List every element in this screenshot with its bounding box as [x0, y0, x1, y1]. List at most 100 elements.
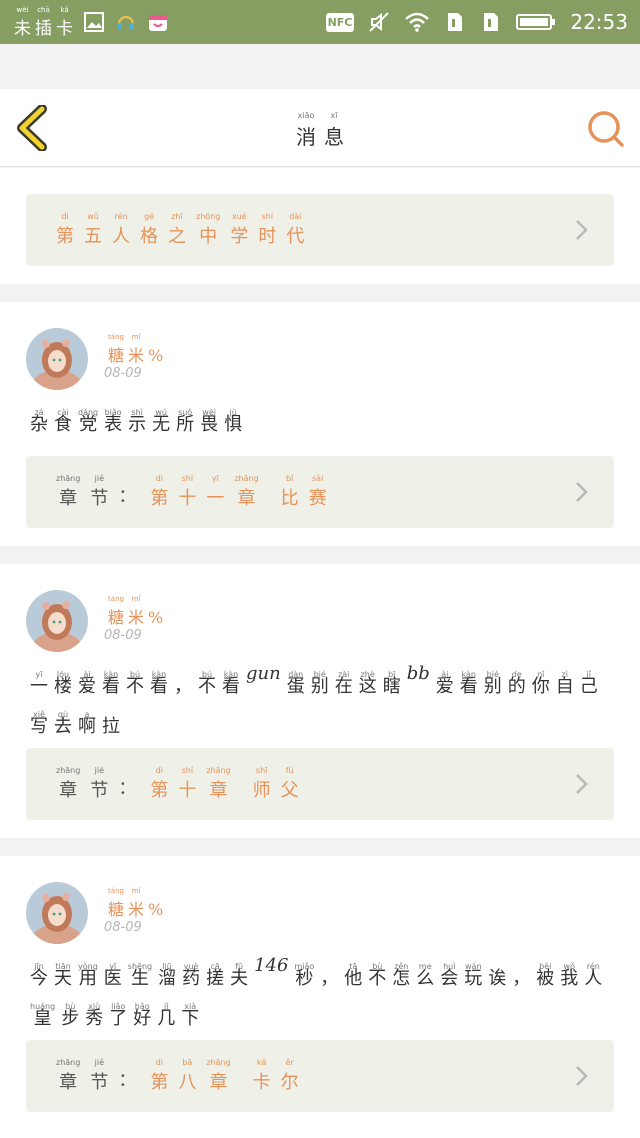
- chapter-title-char: shí 十: [178, 474, 196, 510]
- pinyin: rén: [114, 212, 128, 221]
- hanzi: 夫: [230, 968, 249, 989]
- body-char: bú 不: [198, 670, 216, 697]
- hanzi: 消: [296, 125, 316, 149]
- username[interactable]: táng 糖 mǐ 米%: [108, 332, 163, 366]
- avatar[interactable]: [26, 590, 88, 652]
- carrier-label: wèi 未 chā 插 kǎ 卡: [14, 6, 73, 39]
- username-char: táng 糖: [108, 886, 124, 920]
- search-icon[interactable]: [586, 109, 626, 149]
- hanzi: 示: [128, 414, 147, 435]
- pinyin: shī: [255, 766, 268, 775]
- chapter-title-char: shī 师: [253, 766, 271, 802]
- body-char: kàn 看: [222, 670, 240, 696]
- nfc-icon: NFC: [325, 12, 355, 32]
- post-date: 08-09: [104, 366, 142, 381]
- hanzi: 无: [152, 414, 171, 435]
- hanzi: 不: [198, 676, 216, 697]
- hanzi: 米: [128, 900, 145, 919]
- hanzi: 人: [584, 968, 603, 989]
- body-char: zì 自: [555, 670, 574, 697]
- hanzi: 惧: [224, 414, 243, 435]
- top-bar: xiāo 消 xī 息: [0, 89, 640, 167]
- pinyin: zhāng: [56, 1058, 81, 1067]
- hanzi: 今: [30, 968, 48, 989]
- hanzi: 章: [209, 780, 228, 801]
- message-list[interactable]: dì 第 wǔ 五 rén 人 gé 格 zhī 之 zhōng 中 xué 学 shí 时 dài 代 táng…: [0, 168, 640, 1138]
- chapter-title-char: ěr 尔: [281, 1058, 299, 1094]
- body-char: miǎo 秒: [294, 962, 314, 988]
- chapter-label-char: zhāng 章: [56, 1058, 80, 1094]
- body-char: dǎng 党: [78, 408, 98, 435]
- chapter-title-char: wǔ 五: [84, 212, 102, 248]
- battery-icon: [516, 14, 556, 30]
- pinyin: dài: [289, 212, 302, 221]
- body-char: lóu 楼: [54, 670, 72, 696]
- pinyin: zhāng: [206, 1058, 231, 1067]
- hanzi: 十: [178, 780, 197, 801]
- avatar-image: [26, 882, 88, 944]
- body-char: de 的: [508, 670, 526, 696]
- body-char: bié 别: [484, 670, 502, 696]
- body-char: fū 夫: [230, 962, 249, 989]
- message-body: zá 杂 cài 食 dǎng 党 biǎo 表 shì 示 wú 无 suǒ 所 wèi 畏 jù 惧: [30, 392, 610, 435]
- avatar[interactable]: [26, 882, 88, 944]
- username[interactable]: táng 糖 mǐ 米%: [108, 594, 163, 628]
- chapter-title-char: sài 赛: [309, 474, 327, 510]
- body-char: zhè 这: [359, 670, 377, 696]
- chapter-link[interactable]: zhāng 章 jié 节 ： dì 第 shí 十 yī 一 zhāng 章 bǐ 比 sài 赛: [26, 456, 614, 528]
- hanzi: ，: [174, 676, 192, 697]
- hanzi: 下: [181, 1008, 200, 1029]
- username[interactable]: táng 糖 mǐ 米%: [108, 886, 163, 920]
- username-char: táng 糖: [108, 594, 124, 628]
- body-char: dàn 蛋: [286, 670, 305, 697]
- hanzi: 自: [555, 676, 574, 697]
- pinyin: dì: [155, 1058, 163, 1067]
- hanzi: 么: [416, 968, 435, 989]
- mute-icon: [369, 12, 390, 32]
- wifi-icon: [405, 12, 430, 32]
- hanzi: 党: [79, 414, 98, 435]
- body-char: me 么: [416, 962, 435, 989]
- hanzi: 代: [286, 226, 305, 247]
- title-char: xī 息: [324, 111, 344, 150]
- hanzi: 章: [209, 1072, 228, 1093]
- body-char: xiù 秀: [85, 1002, 103, 1028]
- pinyin: kǎ: [60, 5, 69, 14]
- body-char: jīn 今: [30, 962, 48, 989]
- chapter-link[interactable]: zhāng 章 jié 节 ： dì 第 bā 八 zhāng 章 kǎ 卡 ěr 尔: [26, 1040, 614, 1112]
- hanzi: 蛋: [286, 676, 305, 697]
- message-body: yī 一 lóu 楼 ài 爱 kàn 看 bú 不 kàn 看 ， bú 不 kàn 看 gun dàn 蛋 bié…: [30, 654, 610, 737]
- body-char: ，: [174, 670, 192, 697]
- body-char: bié 别: [311, 670, 329, 696]
- chapter-link[interactable]: dì 第 wǔ 五 rén 人 gé 格 zhī 之 zhōng 中 xué 学 shí 时 dài 代: [26, 194, 614, 266]
- username-char: mǐ 米: [128, 594, 144, 628]
- username-char: mǐ 米: [128, 332, 144, 366]
- chapter-title-char: shí 十: [178, 766, 196, 802]
- latin-text: gun: [246, 663, 281, 684]
- hanzi: 米: [128, 346, 145, 365]
- body-char: huì 会: [440, 962, 458, 988]
- hanzi: 赛: [308, 488, 327, 509]
- chapter-link[interactable]: zhāng 章 jié 节 ： dì 第 shí 十 zhāng 章 shī 师 fù 父: [26, 748, 614, 820]
- chapter-label-char: zhāng 章: [56, 766, 80, 802]
- pinyin: fù: [285, 766, 294, 775]
- avatar[interactable]: [26, 328, 88, 390]
- hanzi: 息: [324, 125, 344, 149]
- chevron-right-icon: [576, 482, 588, 502]
- body-char: tiān 天: [54, 962, 72, 988]
- avatar-image: [26, 590, 88, 652]
- status-bar: wèi 未 chā 插 kǎ 卡 NFC 22:53: [0, 0, 640, 44]
- hanzi: 十: [178, 488, 197, 509]
- chapter-label-char: zhāng 章: [56, 474, 80, 510]
- pinyin: kǎ: [256, 1058, 267, 1067]
- hanzi: 人: [112, 226, 130, 247]
- pinyin: táng: [108, 595, 124, 603]
- message-card: táng 糖 mǐ 米% 08-09 jīn 今 tiān 天 yòng 用 yī 医 shēng 生 l…: [0, 856, 640, 1138]
- pinyin: xiāo: [297, 111, 315, 120]
- hanzi: 去: [54, 716, 72, 737]
- pinyin: xué: [231, 212, 247, 221]
- message-body: jīn 今 tiān 天 yòng 用 yī 医 shēng 生 liū 溜 yuè 药 cā 搓 fū 夫 146…: [30, 946, 610, 1029]
- hanzi: 章: [59, 780, 78, 801]
- hanzi: 章: [59, 1072, 78, 1093]
- shopping-bag-icon: [149, 15, 167, 31]
